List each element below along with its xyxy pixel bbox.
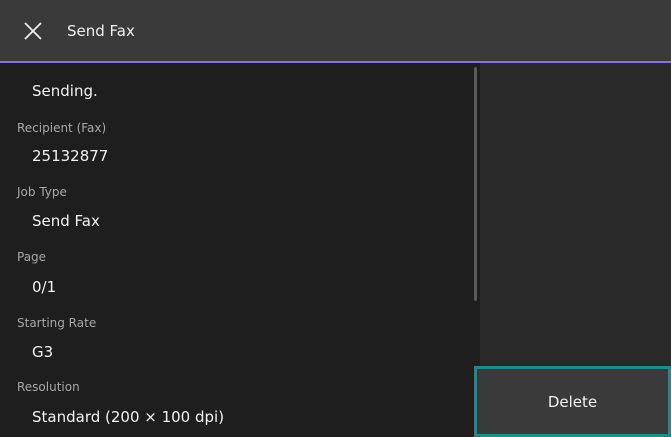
recipient-value: 25132877 <box>32 147 109 165</box>
job-type-value: Send Fax <box>32 212 100 230</box>
page-label: Page <box>17 250 47 264</box>
page-title: Send Fax <box>67 22 135 40</box>
starting-rate-value: G3 <box>32 343 54 361</box>
job-status-text: Sending. <box>32 82 98 100</box>
recipient-label: Recipient (Fax) <box>17 121 107 135</box>
close-button[interactable] <box>22 20 44 42</box>
delete-button-label: Delete <box>547 392 598 411</box>
starting-rate-label: Starting Rate <box>17 316 97 330</box>
job-type-label: Job Type <box>17 185 67 199</box>
resolution-value: Standard (200 × 100 dpi) <box>32 408 225 426</box>
resolution-label: Resolution <box>17 380 80 394</box>
details-scrollbar[interactable] <box>474 67 477 301</box>
close-icon <box>24 22 42 40</box>
delete-button[interactable]: Delete <box>474 366 671 437</box>
page-value: 0/1 <box>32 278 57 296</box>
send-fax-screen: Send Fax Sending. Recipient (Fax) 251328… <box>0 0 671 437</box>
title-bar: Send Fax <box>0 0 671 61</box>
